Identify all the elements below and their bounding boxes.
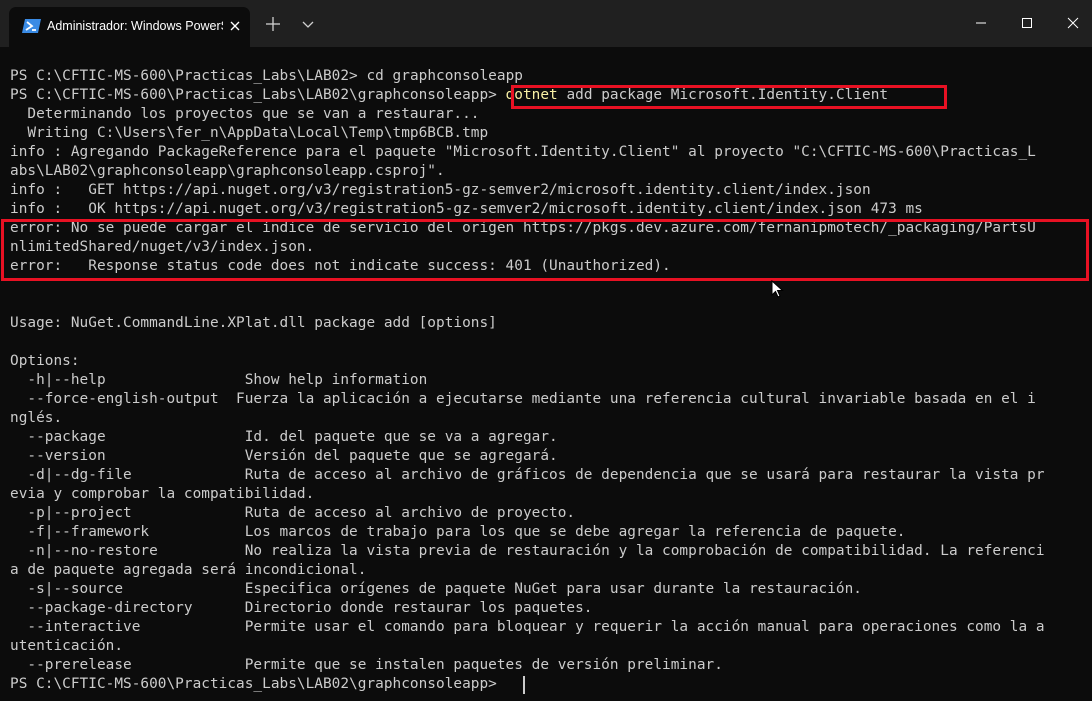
output-line: info : OK https://api.nuget.org/v3/regis… (10, 201, 923, 217)
prompt: PS C:\CFTIC-MS-600\Practicas_Labs\LAB02> (10, 68, 358, 84)
mouse-pointer-icon (771, 279, 784, 298)
option-line: -s|--source Especifica orígenes de paque… (10, 581, 863, 597)
option-line: --package-directory Directorio donde res… (10, 600, 593, 616)
output-line: Writing C:\Users\fer_n\AppData\Local\Tem… (10, 125, 489, 141)
option-line: --force-english-output Fuerza la aplicac… (10, 391, 1036, 407)
command-highlight-box (511, 85, 947, 109)
prompt-line: PS C:\CFTIC-MS-600\Practicas_Labs\LAB02>… (10, 67, 1045, 86)
minimize-icon[interactable] (958, 8, 1004, 38)
tab-title: Administrador: Windows PowerShell (47, 19, 223, 33)
option-line: --prerelease Permite que se instalen paq… (10, 657, 723, 673)
close-window-icon[interactable] (1050, 8, 1092, 38)
plus-icon[interactable] (262, 14, 284, 34)
command-text: cd graphconsoleapp (366, 68, 523, 84)
output-line: info : GET https://api.nuget.org/v3/regi… (10, 182, 871, 198)
option-line: utenticación. (10, 638, 124, 654)
options-heading: Options: (10, 353, 80, 369)
prompt: PS C:\CFTIC-MS-600\Practicas_Labs\LAB02\… (10, 87, 497, 103)
terminal-output[interactable]: PS C:\CFTIC-MS-600\Practicas_Labs\LAB02>… (0, 47, 1092, 701)
output-line: info : Agregando PackageReference para e… (10, 144, 1036, 160)
output-line: abs\LAB02\graphconsoleapp\graphconsoleap… (10, 163, 445, 179)
text-cursor (523, 676, 525, 694)
option-line: -p|--project Ruta de acceso al archivo d… (10, 505, 576, 521)
option-line: nglés. (10, 410, 63, 426)
terminal-lines: PS C:\CFTIC-MS-600\Practicas_Labs\LAB02>… (10, 67, 1045, 694)
option-line: --interactive Permite usar el comando pa… (10, 619, 1045, 635)
prompt-line: PS C:\CFTIC-MS-600\Practicas_Labs\LAB02\… (10, 675, 1045, 694)
usage-line: Usage: NuGet.CommandLine.XPlat.dll packa… (10, 315, 497, 331)
error-highlight-box (1, 219, 1089, 281)
title-bar: Administrador: Windows PowerShell (0, 0, 1092, 47)
option-line: -h|--help Show help information (10, 372, 428, 388)
option-line: --package Id. del paquete que se va a ag… (10, 429, 558, 445)
option-line: -n|--no-restore No realiza la vista prev… (10, 543, 1045, 559)
prompt: PS C:\CFTIC-MS-600\Practicas_Labs\LAB02\… (10, 676, 497, 692)
chevron-down-icon[interactable] (298, 14, 318, 34)
option-line: --version Versión del paquete que se agr… (10, 448, 558, 464)
option-line: evia y comprobar la compatibilidad. (10, 486, 315, 502)
option-line: -f|--framework Los marcos de trabajo par… (10, 524, 906, 540)
maximize-icon[interactable] (1004, 8, 1050, 38)
option-line: -d|--dg-file Ruta de acceso al archivo d… (10, 467, 1045, 483)
tab-powershell[interactable]: Administrador: Windows PowerShell (9, 7, 250, 47)
powershell-icon (22, 17, 42, 35)
option-line: a de paquete agregada será incondicional… (10, 562, 367, 578)
close-tab-icon[interactable] (226, 17, 244, 35)
